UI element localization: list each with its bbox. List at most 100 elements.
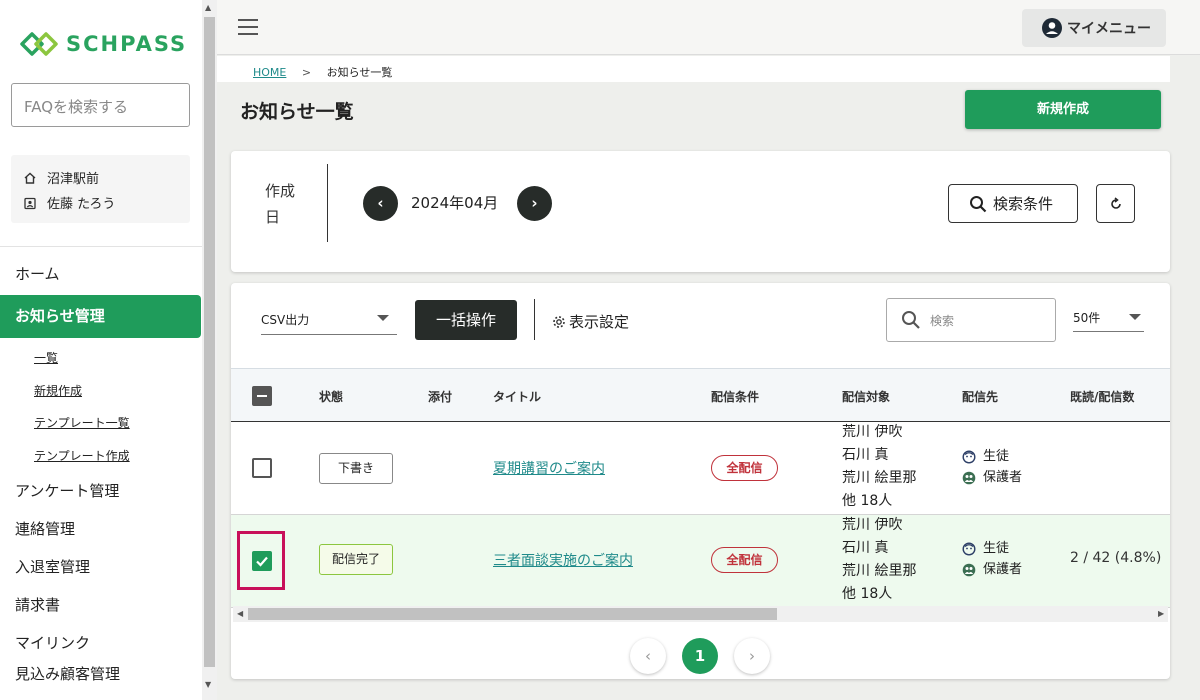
pagination-prev-button[interactable]: ‹ bbox=[630, 638, 666, 674]
sidebar-item-mylink[interactable]: マイリンク bbox=[0, 624, 202, 662]
sidebar: SCHPASS FAQを検索する 沼津駅前 佐藤 たろう ホーム お知らせ管理 … bbox=[0, 0, 202, 700]
breadcrumb: HOME > お知らせ一覧 bbox=[217, 56, 1170, 82]
user-name: 佐藤 たろう bbox=[47, 197, 116, 212]
scrollbar-thumb[interactable] bbox=[248, 608, 777, 620]
checkmark-icon bbox=[256, 556, 268, 567]
breadcrumb-separator: > bbox=[301, 66, 312, 79]
delivery-destinations: 生徒 保護者 bbox=[962, 446, 1022, 488]
refresh-icon bbox=[1110, 196, 1121, 209]
per-page-value: 50件 bbox=[1073, 311, 1101, 325]
display-settings-button[interactable]: 表示設定 bbox=[552, 311, 629, 332]
school-name: 沼津駅前 bbox=[47, 172, 100, 187]
my-menu-button[interactable]: マイメニュー bbox=[1022, 9, 1166, 47]
sidebar-subitem-template-create[interactable]: テンプレート作成 bbox=[0, 440, 202, 473]
breadcrumb-current: お知らせ一覧 bbox=[326, 66, 393, 79]
scroll-up-arrow-icon[interactable]: ▲ bbox=[205, 3, 211, 12]
csv-export-select[interactable]: CSV出力 bbox=[261, 306, 397, 335]
hamburger-menu-icon[interactable] bbox=[238, 19, 258, 35]
delivery-targets: 荒川 伊吹 石川 真 荒川 絵里那 他 18人 bbox=[842, 421, 916, 513]
sidebar-subitem-list[interactable]: 一覧 bbox=[0, 342, 202, 375]
student-face-icon bbox=[962, 449, 976, 464]
destination-guardian: 保護者 bbox=[983, 562, 1023, 577]
my-menu-label: マイメニュー bbox=[1067, 21, 1151, 37]
top-bar: マイメニュー bbox=[217, 0, 1200, 55]
sidebar-item-survey[interactable]: アンケート管理 bbox=[0, 472, 202, 510]
table-row: 下書き 夏期講習のご案内 全配信 荒川 伊吹 石川 真 荒川 絵里那 他 18人… bbox=[231, 422, 1170, 515]
sidebar-item-attendance[interactable]: 入退室管理 bbox=[0, 548, 202, 586]
scroll-left-arrow-icon[interactable]: ◀ bbox=[237, 609, 243, 618]
sidebar-item-home[interactable]: ホーム bbox=[0, 255, 202, 293]
school-line: 沼津駅前 bbox=[23, 165, 178, 190]
search-conditions-button[interactable]: 検索条件 bbox=[948, 184, 1078, 223]
next-month-button[interactable]: › bbox=[517, 186, 552, 221]
sidebar-subitem-template-list[interactable]: テンプレート一覧 bbox=[0, 407, 202, 440]
logo[interactable]: SCHPASS bbox=[18, 28, 187, 60]
refresh-button[interactable] bbox=[1096, 184, 1135, 223]
sidebar-scrollbar[interactable]: ▲ ▼ bbox=[202, 0, 217, 700]
bulk-action-button[interactable]: 一括操作 bbox=[415, 300, 517, 340]
target-others: 他 18人 bbox=[842, 586, 893, 602]
notices-table-card: CSV出力 一括操作 表示設定 検索 50件 状態 添付 タイトル 配信条件 配… bbox=[231, 283, 1170, 679]
select-all-checkbox[interactable] bbox=[252, 386, 272, 406]
logo-text: SCHPASS bbox=[66, 32, 188, 56]
target-name: 荒川 伊吹 bbox=[842, 517, 903, 533]
column-header-target[interactable]: 配信対象 bbox=[842, 388, 890, 405]
guardian-icon bbox=[962, 563, 976, 576]
display-settings-label: 表示設定 bbox=[569, 313, 630, 331]
notice-title-link[interactable]: 夏期講習のご案内 bbox=[493, 458, 605, 478]
csv-export-label: CSV出力 bbox=[261, 313, 310, 327]
sidebar-item-contact[interactable]: 連絡管理 bbox=[0, 510, 202, 548]
read-count: 2 / 42 (4.8%) bbox=[1070, 550, 1162, 566]
destination-student: 生徒 bbox=[983, 449, 1010, 464]
row-checkbox[interactable] bbox=[252, 551, 272, 571]
sidebar-item-prospects[interactable]: 見込み顧客管理 bbox=[0, 662, 202, 686]
search-conditions-label: 検索条件 bbox=[993, 195, 1054, 213]
per-page-select[interactable]: 50件 bbox=[1073, 309, 1144, 332]
sidebar-subitem-new[interactable]: 新規作成 bbox=[0, 375, 202, 408]
new-notice-button[interactable]: 新規作成 bbox=[965, 90, 1161, 129]
destination-guardian: 保護者 bbox=[983, 470, 1023, 485]
chevron-down-icon bbox=[1129, 314, 1141, 320]
table-header: 状態 添付 タイトル 配信条件 配信対象 配信先 既読/配信数 bbox=[231, 368, 1170, 422]
column-header-read-count[interactable]: 既読/配信数 bbox=[1070, 388, 1134, 405]
pagination-page-1[interactable]: 1 bbox=[682, 638, 718, 674]
home-icon bbox=[24, 172, 36, 184]
column-header-attachment[interactable]: 添付 bbox=[428, 388, 452, 405]
target-name: 荒川 絵里那 bbox=[842, 563, 917, 579]
row-checkbox[interactable] bbox=[252, 458, 272, 478]
id-badge-icon bbox=[24, 197, 36, 209]
pagination-next-button[interactable]: › bbox=[734, 638, 770, 674]
scrollbar-thumb[interactable] bbox=[204, 17, 215, 667]
table-search-input[interactable]: 検索 bbox=[886, 298, 1056, 342]
target-name: 荒川 伊吹 bbox=[842, 424, 903, 440]
delivery-condition-badge: 全配信 bbox=[711, 455, 778, 481]
created-date-label-line1: 作成 bbox=[265, 182, 296, 200]
prev-month-button[interactable]: ‹ bbox=[363, 186, 398, 221]
column-header-title[interactable]: タイトル bbox=[493, 388, 541, 405]
created-date-label: 作成 日 bbox=[265, 178, 305, 230]
table-horizontal-scrollbar[interactable]: ◀ ▶ bbox=[233, 606, 1168, 622]
delivery-destinations: 生徒 保護者 bbox=[962, 538, 1022, 580]
target-name: 石川 真 bbox=[842, 540, 889, 556]
target-name: 石川 真 bbox=[842, 447, 889, 463]
column-header-condition[interactable]: 配信条件 bbox=[711, 388, 759, 405]
status-badge: 下書き bbox=[319, 453, 393, 484]
breadcrumb-home-link[interactable]: HOME bbox=[253, 66, 286, 79]
faq-search-input[interactable]: FAQを検索する bbox=[11, 83, 190, 127]
scroll-right-arrow-icon[interactable]: ▶ bbox=[1158, 609, 1164, 618]
toolbar-divider bbox=[534, 299, 535, 340]
sidebar-divider bbox=[0, 246, 202, 247]
page-title: お知らせ一覧 bbox=[240, 101, 354, 123]
sidebar-item-invoice[interactable]: 請求書 bbox=[0, 586, 202, 624]
user-line: 佐藤 たろう bbox=[23, 190, 178, 215]
column-header-status[interactable]: 状態 bbox=[319, 388, 343, 405]
scroll-down-arrow-icon[interactable]: ▼ bbox=[205, 680, 211, 689]
column-header-destination[interactable]: 配信先 bbox=[962, 388, 998, 405]
notice-title-link[interactable]: 三者面談実施のご案内 bbox=[493, 550, 633, 570]
table-search-placeholder: 検索 bbox=[930, 313, 955, 328]
search-icon bbox=[970, 195, 987, 212]
sidebar-item-notices[interactable]: お知らせ管理 bbox=[0, 295, 201, 338]
table-row: 配信完了 三者面談実施のご案内 全配信 荒川 伊吹 石川 真 荒川 絵里那 他 … bbox=[231, 515, 1170, 608]
target-others: 他 18人 bbox=[842, 493, 893, 509]
delivery-condition-badge: 全配信 bbox=[711, 547, 778, 573]
